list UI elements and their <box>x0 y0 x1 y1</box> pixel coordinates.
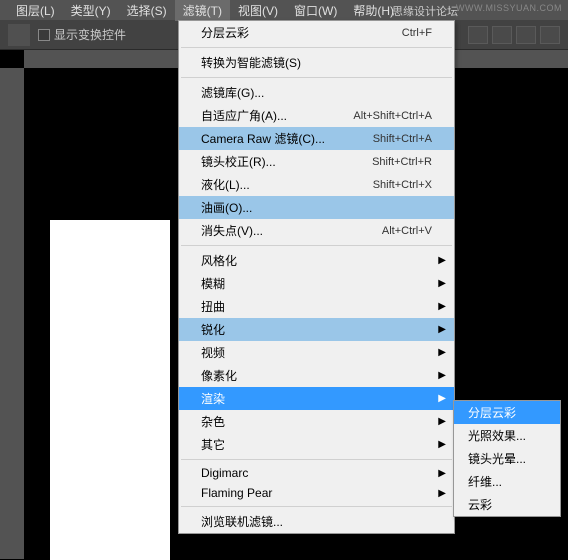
menu-item-label: 液化(L)... <box>201 176 250 193</box>
menu-item[interactable]: 渲染 ▶ <box>179 387 454 410</box>
menu-item[interactable]: 锐化 ▶ <box>179 318 454 341</box>
menu-item[interactable]: 分层云彩 Ctrl+F <box>179 21 454 44</box>
shortcut-label: Ctrl+F <box>402 27 432 39</box>
menu-item-label: Flaming Pear <box>201 486 272 500</box>
shortcut-label: Shift+Ctrl+X <box>373 179 432 191</box>
menu-item[interactable]: 油画(O)... <box>179 196 454 219</box>
menu-item[interactable]: Camera Raw 滤镜(C)... Shift+Ctrl+A <box>179 127 454 150</box>
menu-item-label: 风格化 <box>201 252 237 269</box>
menu-item[interactable]: 浏览联机滤镜... <box>179 510 454 533</box>
menu-item-label: 锐化 <box>201 321 225 338</box>
menu-item[interactable]: 消失点(V)... Alt+Ctrl+V <box>179 219 454 242</box>
watermark: WWW.MISSYUAN.COM <box>456 3 562 13</box>
submenu-item[interactable]: 分层云彩 <box>454 401 560 424</box>
align-icon-2[interactable] <box>492 26 512 44</box>
menu-item-label: 滤镜库(G)... <box>201 84 264 101</box>
ruler-vertical <box>0 68 24 559</box>
separator <box>181 506 452 507</box>
separator <box>181 77 452 78</box>
menu-filter[interactable]: 滤镜(T) <box>175 0 230 21</box>
submenu-item[interactable]: 镜头光晕... <box>454 447 560 470</box>
submenu-arrow-icon: ▶ <box>438 439 446 450</box>
menu-item[interactable]: 自适应广角(A)... Alt+Shift+Ctrl+A <box>179 104 454 127</box>
menu-layer[interactable]: 图层(L) <box>8 0 63 21</box>
align-icon-1[interactable] <box>468 26 488 44</box>
menu-item-label: 转换为智能滤镜(S) <box>201 54 301 71</box>
menu-item[interactable]: 液化(L)... Shift+Ctrl+X <box>179 173 454 196</box>
menu-item-label: Camera Raw 滤镜(C)... <box>201 130 325 147</box>
submenu-arrow-icon: ▶ <box>438 324 446 335</box>
shortcut-label: Alt+Shift+Ctrl+A <box>353 110 432 122</box>
menu-item-label: Digimarc <box>201 466 248 480</box>
align-icon-4[interactable] <box>540 26 560 44</box>
separator <box>181 459 452 460</box>
menu-item-label: 像素化 <box>201 367 237 384</box>
checkbox-label: 显示变换控件 <box>54 26 126 43</box>
menu-item[interactable]: Flaming Pear ▶ <box>179 483 454 503</box>
submenu-arrow-icon: ▶ <box>438 301 446 312</box>
alignment-icons <box>468 26 560 44</box>
menu-item[interactable]: 扭曲 ▶ <box>179 295 454 318</box>
submenu-item[interactable]: 光照效果... <box>454 424 560 447</box>
submenu-arrow-icon: ▶ <box>438 370 446 381</box>
menu-item-label: 自适应广角(A)... <box>201 107 287 124</box>
render-submenu: 分层云彩光照效果...镜头光晕...纤维...云彩 <box>453 400 561 517</box>
menu-item-label: 油画(O)... <box>201 199 252 216</box>
menu-item-label: 扭曲 <box>201 298 225 315</box>
menu-item[interactable]: 滤镜库(G)... <box>179 81 454 104</box>
tool-preset-icon[interactable] <box>8 24 30 46</box>
show-transform-controls[interactable]: 显示变换控件 <box>38 26 126 43</box>
menu-item[interactable]: 风格化 ▶ <box>179 249 454 272</box>
menu-item[interactable]: 其它 ▶ <box>179 433 454 456</box>
menu-item-label: 视频 <box>201 344 225 361</box>
menu-item[interactable]: 模糊 ▶ <box>179 272 454 295</box>
menu-item-label: 浏览联机滤镜... <box>201 513 283 530</box>
submenu-arrow-icon: ▶ <box>438 393 446 404</box>
submenu-arrow-icon: ▶ <box>438 347 446 358</box>
menu-window[interactable]: 窗口(W) <box>286 0 345 21</box>
menu-type[interactable]: 类型(Y) <box>63 0 119 21</box>
menu-item-label: 分层云彩 <box>201 24 249 41</box>
filter-menu-dropdown: 分层云彩 Ctrl+F 转换为智能滤镜(S) 滤镜库(G)... 自适应广角(A)...… <box>178 20 455 534</box>
menu-item-label: 渲染 <box>201 390 225 407</box>
menu-item-label: 模糊 <box>201 275 225 292</box>
menu-item-label: 镜头校正(R)... <box>201 153 276 170</box>
forum-label: 思缘设计论坛 <box>392 3 458 19</box>
menu-item-label: 消失点(V)... <box>201 222 263 239</box>
checkbox-icon[interactable] <box>38 29 50 41</box>
submenu-arrow-icon: ▶ <box>438 278 446 289</box>
menu-view[interactable]: 视图(V) <box>230 0 286 21</box>
menu-item[interactable]: 杂色 ▶ <box>179 410 454 433</box>
submenu-item[interactable]: 云彩 <box>454 493 560 516</box>
submenu-item[interactable]: 纤维... <box>454 470 560 493</box>
submenu-arrow-icon: ▶ <box>438 488 446 499</box>
menu-item[interactable]: 视频 ▶ <box>179 341 454 364</box>
submenu-arrow-icon: ▶ <box>438 416 446 427</box>
menu-item[interactable]: 镜头校正(R)... Shift+Ctrl+R <box>179 150 454 173</box>
menu-item[interactable]: 转换为智能滤镜(S) <box>179 51 454 74</box>
separator <box>181 245 452 246</box>
align-icon-3[interactable] <box>516 26 536 44</box>
menu-select[interactable]: 选择(S) <box>119 0 175 21</box>
shortcut-label: Shift+Ctrl+A <box>373 133 432 145</box>
menu-item-label: 其它 <box>201 436 225 453</box>
menu-item[interactable]: 像素化 ▶ <box>179 364 454 387</box>
shortcut-label: Alt+Ctrl+V <box>382 225 432 237</box>
submenu-arrow-icon: ▶ <box>438 255 446 266</box>
submenu-arrow-icon: ▶ <box>438 468 446 479</box>
shortcut-label: Shift+Ctrl+R <box>372 156 432 168</box>
separator <box>181 47 452 48</box>
menu-item-label: 杂色 <box>201 413 225 430</box>
menu-item[interactable]: Digimarc ▶ <box>179 463 454 483</box>
canvas-document[interactable] <box>50 220 170 560</box>
